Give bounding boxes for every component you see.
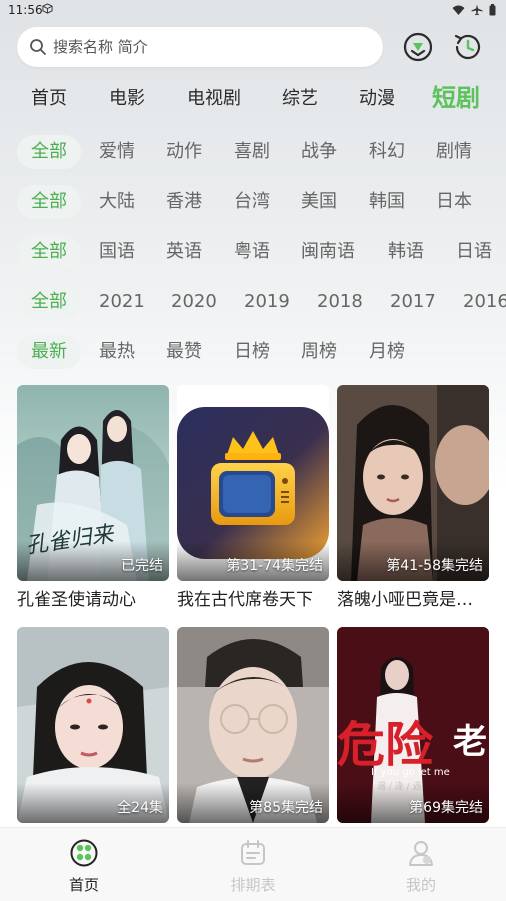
poster-image: 第85集完结	[177, 627, 329, 823]
filter-chip[interactable]: 周榜	[301, 335, 337, 369]
cube-icon	[42, 3, 53, 14]
poster-title-text: 老	[453, 722, 487, 762]
filter-chip[interactable]: 2017	[390, 285, 436, 319]
filter-row-genre: 全部 爱情 动作 喜剧 战争 科幻 剧情	[0, 135, 506, 171]
tab-variety[interactable]: 综艺	[282, 84, 318, 110]
video-card[interactable]: 第31-74集完结 我在古代席卷天下	[177, 385, 329, 610]
filter-chip[interactable]: 台湾	[234, 185, 270, 219]
filter-row-year: 全部 2021 2020 2019 2018 2017 2016	[0, 285, 506, 321]
calendar-icon	[241, 840, 265, 865]
filter-chip[interactable]: 月榜	[369, 335, 405, 369]
filter-chip[interactable]: 2019	[244, 285, 290, 319]
poster-image: 危险 老 If you go let me 遇 / 逢 / 遇 第69集完结	[337, 627, 489, 823]
status-badge: 第69集完结	[409, 800, 483, 816]
filter-chip[interactable]: 最热	[99, 335, 135, 369]
card-title: 我在古代席卷天下	[177, 590, 313, 610]
bottom-nav-profile[interactable]: 我的	[361, 838, 481, 895]
poster-caption: If you go let me	[371, 767, 450, 778]
bottom-nav-label: 排期表	[230, 876, 276, 894]
filter-chip[interactable]: 全部	[17, 285, 81, 319]
tab-short-drama[interactable]: 短剧	[432, 78, 480, 113]
filter-chip[interactable]: 剧情	[436, 135, 472, 169]
status-badge: 已完结	[121, 558, 163, 574]
filter-chip[interactable]: 日榜	[234, 335, 270, 369]
tab-home[interactable]: 首页	[31, 84, 67, 110]
film-reel-icon	[70, 839, 98, 867]
filter-chip[interactable]: 美国	[301, 185, 337, 219]
status-badge: 第41-58集完结	[386, 558, 483, 574]
filter-chip[interactable]: 闽南语	[301, 235, 355, 269]
poster-title-text: 危险	[337, 717, 434, 773]
poster-image: 第41-58集完结	[337, 385, 489, 581]
status-badge: 第85集完结	[249, 800, 323, 816]
filter-chip[interactable]: 2020	[171, 285, 217, 319]
filter-row-language: 全部 国语 英语 粤语 闽南语 韩语 日语	[0, 235, 506, 271]
filter-chip[interactable]: 英语	[166, 235, 202, 269]
filter-row-sort: 最新 最热 最赞 日榜 周榜 月榜	[0, 335, 506, 371]
filter-chip[interactable]: 香港	[166, 185, 202, 219]
tab-anime[interactable]: 动漫	[359, 84, 395, 110]
status-time: 11:56	[8, 3, 43, 17]
filter-chip[interactable]: 全部	[17, 235, 81, 269]
bottom-nav: 首页 排期表 我的	[0, 827, 506, 901]
bottom-nav-label: 我的	[405, 876, 436, 894]
download-icon[interactable]	[402, 31, 434, 63]
filter-chip[interactable]: 2018	[317, 285, 363, 319]
airplane-icon	[471, 4, 483, 16]
filter-chip[interactable]: 最新	[17, 335, 81, 369]
filter-chip[interactable]: 2016	[463, 285, 506, 319]
filter-chip[interactable]: 2021	[99, 285, 145, 319]
bottom-nav-label: 首页	[68, 876, 99, 894]
filter-chip[interactable]: 喜剧	[234, 135, 270, 169]
tab-tv-series[interactable]: 电视剧	[187, 84, 241, 110]
filter-chip[interactable]: 爱情	[99, 135, 135, 169]
wifi-icon	[452, 5, 465, 15]
bottom-nav-home[interactable]: 首页	[24, 838, 144, 895]
video-card[interactable]: 第41-58集完结 落魄小哑巴竟是…	[337, 385, 489, 610]
filter-chip[interactable]: 大陆	[99, 185, 135, 219]
video-card[interactable]: 第85集完结	[177, 627, 329, 823]
filter-chip[interactable]: 日本	[436, 185, 472, 219]
poster-image: 第31-74集完结	[177, 385, 329, 581]
poster-image: 孔雀归来 已完结	[17, 385, 169, 581]
battery-icon	[489, 4, 496, 16]
filter-chip[interactable]: 动作	[166, 135, 202, 169]
filter-chip[interactable]: 韩语	[388, 235, 424, 269]
search-input[interactable]	[51, 37, 355, 57]
video-card[interactable]: 危险 老 If you go let me 遇 / 逢 / 遇 第69集完结	[337, 627, 489, 823]
poster-image: 全24集	[17, 627, 169, 823]
status-bar: 11:56	[0, 0, 506, 22]
category-tabs: 首页 电影 电视剧 综艺 动漫 短剧	[0, 78, 506, 116]
filter-chip[interactable]: 日语	[456, 235, 492, 269]
video-card[interactable]: 全24集	[17, 627, 169, 823]
filter-row-region: 全部 大陆 香港 台湾 美国 韩国 日本	[0, 185, 506, 221]
filter-chip[interactable]: 粤语	[234, 235, 270, 269]
user-icon	[409, 841, 433, 866]
filter-chip[interactable]: 全部	[17, 185, 81, 219]
filter-chip[interactable]: 韩国	[369, 185, 405, 219]
video-card[interactable]: 孔雀归来 已完结 孔雀圣使请动心	[17, 385, 169, 610]
search-bar[interactable]	[17, 27, 383, 67]
tab-movies[interactable]: 电影	[109, 84, 145, 110]
filter-chip[interactable]: 国语	[99, 235, 135, 269]
card-title: 孔雀圣使请动心	[17, 590, 136, 610]
search-icon	[30, 39, 46, 55]
filter-chip[interactable]: 科幻	[369, 135, 405, 169]
filter-chip[interactable]: 战争	[301, 135, 337, 169]
history-icon[interactable]	[452, 31, 484, 63]
status-badge: 全24集	[117, 800, 163, 816]
status-badge: 第31-74集完结	[226, 558, 323, 574]
card-title: 落魄小哑巴竟是…	[337, 590, 473, 610]
bottom-nav-schedule[interactable]: 排期表	[193, 838, 313, 895]
filter-chip[interactable]: 全部	[17, 135, 81, 169]
filter-chip[interactable]: 最赞	[166, 335, 202, 369]
